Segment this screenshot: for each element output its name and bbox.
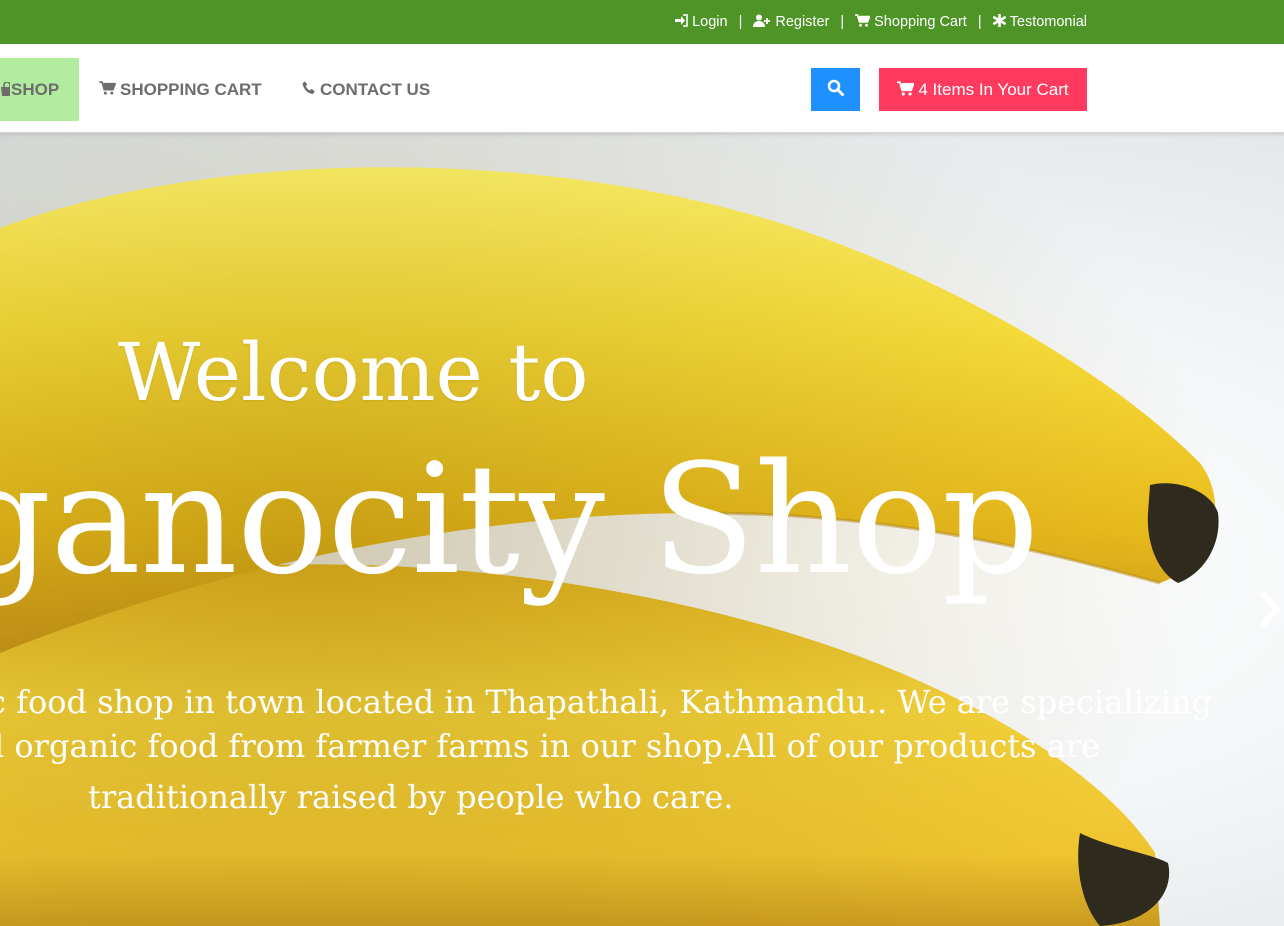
description-line: c food shop in town located in Thapathal… xyxy=(0,683,1213,721)
hero-caption: Welcome to ganocity Shop c food shop in … xyxy=(0,133,1284,926)
chevron-right-icon xyxy=(1258,590,1282,631)
separator: | xyxy=(840,14,845,30)
cart-items-button[interactable]: 4 Items In Your Cart xyxy=(879,68,1087,111)
shop-icon xyxy=(0,81,10,98)
description-line: l organic food from farmer farms in our … xyxy=(0,727,1101,765)
phone-icon xyxy=(302,81,316,98)
asterisk-icon xyxy=(992,12,1006,31)
user-plus-icon xyxy=(753,14,771,31)
sign-in-icon xyxy=(674,13,688,31)
search-button[interactable] xyxy=(811,68,860,111)
main-nav: SHOP SHOPPING CART CONTACT US 4 Items In… xyxy=(0,44,1284,133)
cart-icon xyxy=(897,80,916,99)
shopping-cart-link[interactable]: Shopping Cart xyxy=(855,13,967,31)
testimonial-link[interactable]: Testomonial xyxy=(992,12,1087,31)
search-icon xyxy=(827,79,844,100)
top-links: Login | Register | Shopping Cart | Testo… xyxy=(674,0,1087,44)
top-bar: Login | Register | Shopping Cart | Testo… xyxy=(0,0,1284,44)
separator: | xyxy=(977,14,982,30)
login-link[interactable]: Login xyxy=(674,13,728,31)
slider-next-button[interactable] xyxy=(1256,589,1284,633)
welcome-heading: Welcome to xyxy=(118,326,589,419)
nav-item-shop[interactable]: SHOP xyxy=(0,58,79,121)
hero-slider: Welcome to ganocity Shop c food shop in … xyxy=(0,133,1284,926)
register-link[interactable]: Register xyxy=(753,14,829,31)
nav-item-shopping-cart[interactable]: SHOPPING CART xyxy=(99,58,262,121)
description-line: traditionally raised by people who care. xyxy=(88,778,734,816)
separator: | xyxy=(738,14,743,30)
nav-item-contact-us[interactable]: CONTACT US xyxy=(302,58,430,121)
cart-icon xyxy=(99,81,117,98)
shop-name-heading: ganocity Shop xyxy=(0,431,1039,608)
cart-icon xyxy=(855,13,871,31)
